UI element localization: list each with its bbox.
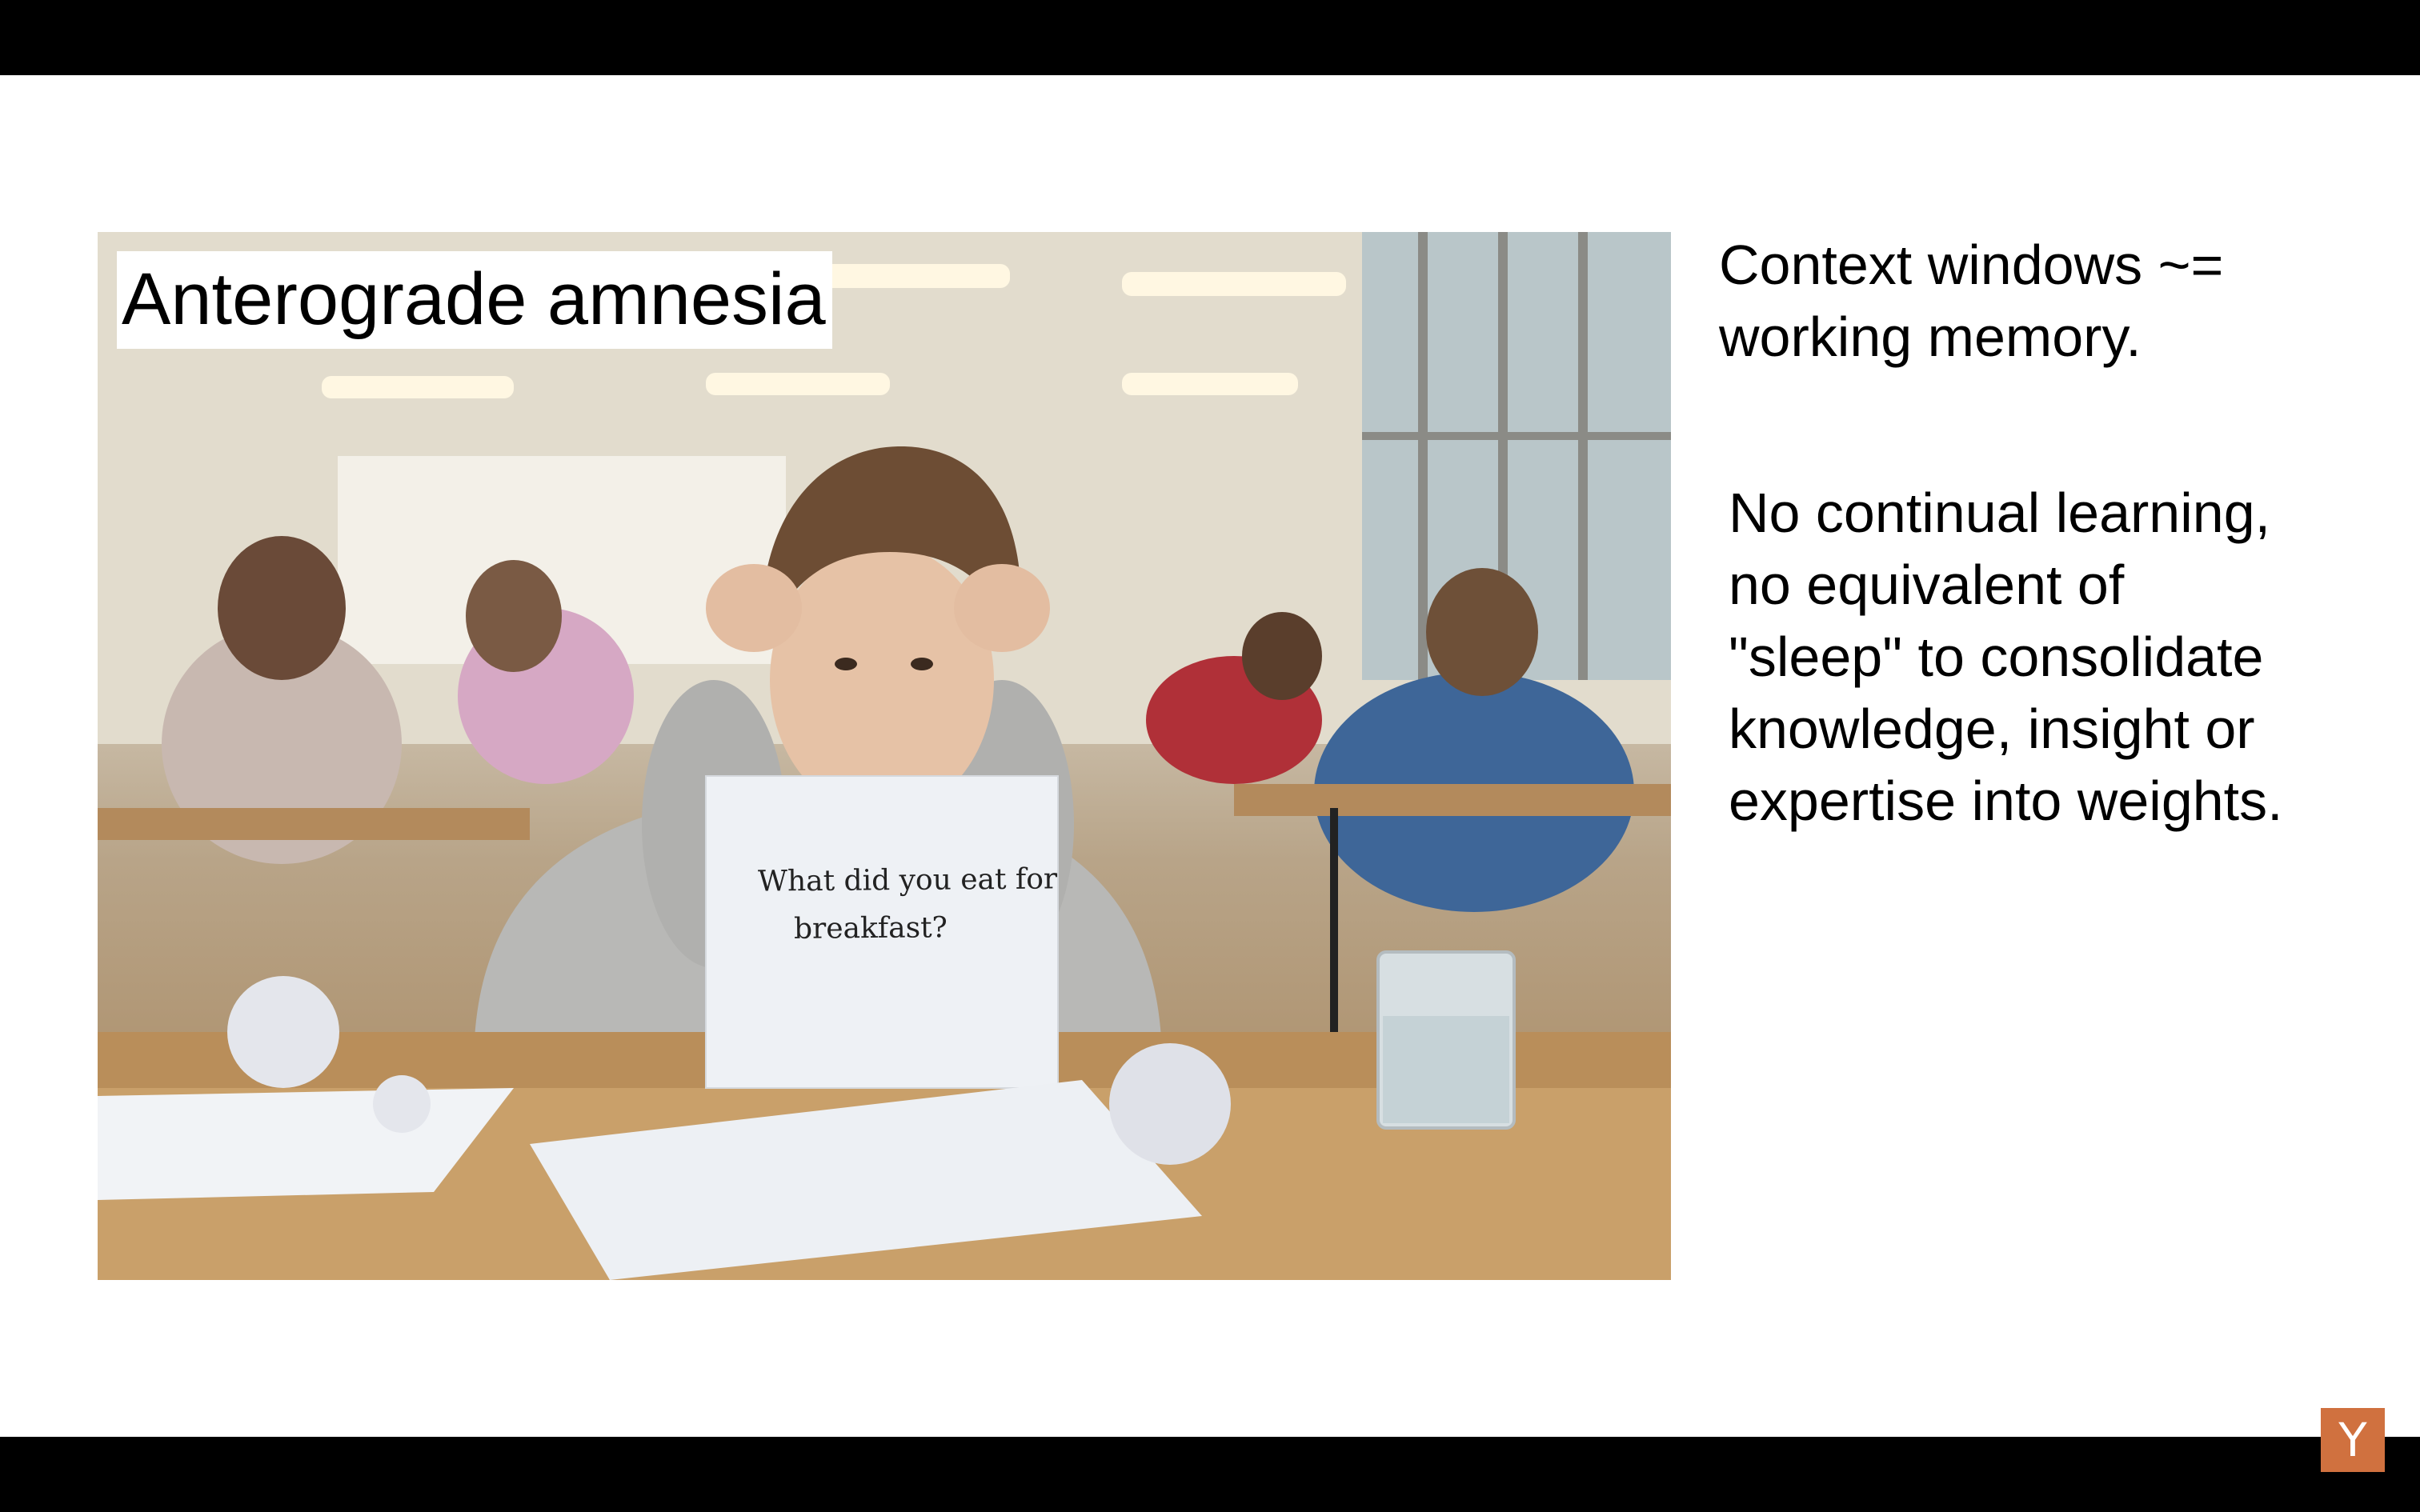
point-2-line-1: No continual learning, — [1729, 482, 2271, 544]
sign-line-1: What did you eat for — [757, 862, 1058, 898]
point-2-line-5: expertise into weights. — [1729, 770, 2283, 832]
slide: Anterograde amnesia What did you eat for… — [0, 75, 2420, 1437]
classroom-photo: Anterograde amnesia What did you eat for… — [98, 232, 1671, 1280]
point-context-windows: Context windows ~= working memory. — [1719, 229, 2223, 373]
letterbox-top — [0, 0, 2420, 75]
letterbox-bottom — [0, 1437, 2420, 1512]
point-2-line-2: no equivalent of — [1729, 554, 2125, 616]
classroom-illustration — [98, 232, 1671, 1280]
ycombinator-logo-icon: Y — [2321, 1408, 2385, 1472]
point-1-line-1: Context windows ~= — [1719, 234, 2224, 296]
point-2-line-3: "sleep" to consolidate — [1729, 626, 2264, 688]
sign-line-2: breakfast? — [793, 911, 948, 946]
point-continual-learning: No continual learning, no equivalent of … — [1729, 477, 2283, 837]
image-label: Anterograde amnesia — [117, 251, 832, 349]
point-2-line-4: knowledge, insight or — [1729, 698, 2255, 760]
point-1-line-2: working memory. — [1719, 306, 2142, 368]
